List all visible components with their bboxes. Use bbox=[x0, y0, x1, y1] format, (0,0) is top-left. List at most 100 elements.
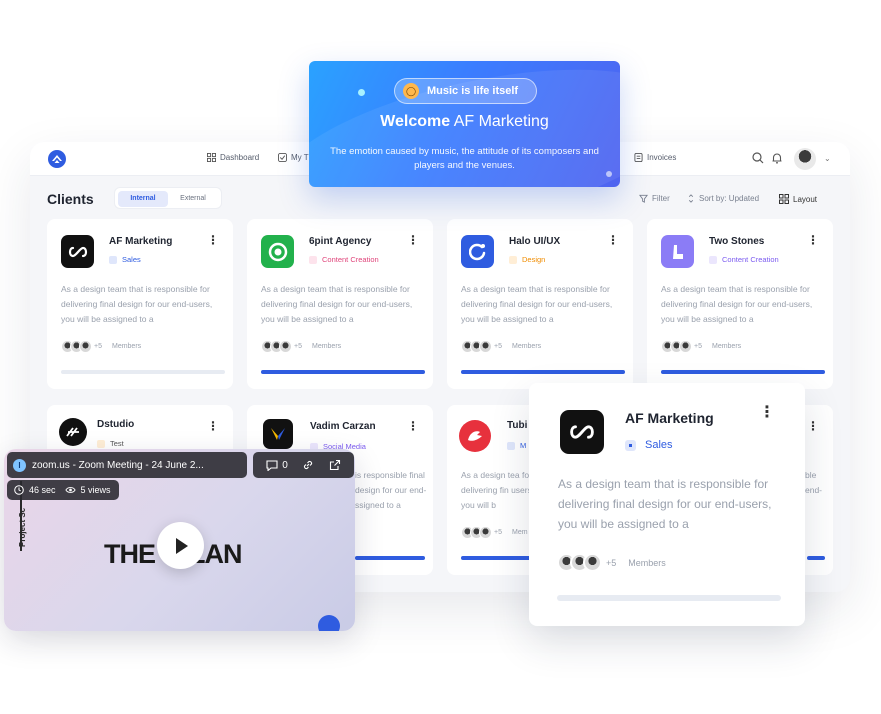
app-logo-icon[interactable] bbox=[48, 150, 66, 168]
client-name: Tubi bbox=[507, 420, 528, 431]
halo-logo-icon bbox=[461, 235, 494, 268]
more-options-icon[interactable]: ⋮ bbox=[407, 420, 419, 432]
more-options-icon[interactable]: ⋮ bbox=[807, 420, 819, 432]
tag-icon bbox=[509, 255, 517, 264]
tag-icon bbox=[709, 255, 717, 264]
video-text-left: THE bbox=[104, 539, 156, 569]
nav-dashboard-label: Dashboard bbox=[220, 153, 260, 162]
external-link-icon[interactable] bbox=[329, 459, 341, 471]
chevron-down-icon[interactable]: ⌄ bbox=[824, 154, 831, 163]
comments-count: 0 bbox=[282, 459, 288, 471]
members-extra-count: +5 bbox=[494, 343, 502, 350]
user-avatar[interactable] bbox=[794, 148, 816, 170]
client-card[interactable]: 6pint Agency Content Creation ⋮ As a des… bbox=[247, 219, 433, 389]
tag-icon bbox=[97, 439, 105, 448]
client-tag: M bbox=[507, 441, 526, 450]
nav-invoices[interactable]: Invoices bbox=[634, 153, 676, 162]
nav-dashboard[interactable]: Dashboard bbox=[207, 153, 259, 162]
infinity-logo-icon bbox=[61, 235, 94, 268]
loom-logo-icon: l bbox=[13, 458, 26, 472]
progress-fill bbox=[661, 370, 825, 374]
comments-button[interactable]: 0 bbox=[266, 460, 288, 471]
client-tag: Sales bbox=[109, 255, 141, 264]
client-name: Vadim Carzan bbox=[310, 421, 376, 432]
progress-bar bbox=[61, 370, 225, 374]
play-icon bbox=[176, 537, 188, 554]
more-options-icon[interactable]: ⋮ bbox=[207, 420, 219, 432]
video-actions-chip: 0 bbox=[253, 452, 354, 478]
client-card-expanded[interactable]: AF Marketing Sales ⋮ As a design team th… bbox=[529, 383, 805, 626]
progress-bar bbox=[661, 370, 825, 374]
video-stats-chip: 46 sec 5 views bbox=[7, 480, 119, 500]
filter-icon bbox=[639, 194, 648, 203]
comment-icon bbox=[266, 459, 278, 471]
video-views: 5 views bbox=[80, 485, 111, 495]
more-options-icon[interactable]: ⋮ bbox=[407, 234, 419, 246]
client-tag: Content Creation bbox=[709, 255, 779, 264]
avatar bbox=[679, 340, 692, 353]
segment-external[interactable]: External bbox=[168, 191, 218, 207]
members-label: Mem bbox=[511, 529, 528, 536]
client-name: AF Marketing bbox=[625, 410, 714, 426]
progress-bar bbox=[557, 595, 781, 601]
filter-button[interactable]: Filter bbox=[639, 194, 670, 203]
tag-label: M bbox=[520, 441, 527, 450]
segment-internal[interactable]: Internal bbox=[118, 191, 168, 207]
side-label: Project Sc bbox=[18, 507, 27, 547]
search-icon[interactable] bbox=[752, 152, 764, 164]
client-tag: Content Creation bbox=[309, 255, 379, 264]
progress-fill bbox=[461, 370, 625, 374]
tag-icon bbox=[625, 439, 636, 451]
layout-label: Layout bbox=[793, 194, 818, 204]
client-type-toggle: Internal External bbox=[114, 187, 222, 209]
client-tag: Test bbox=[97, 439, 124, 448]
avatar bbox=[583, 553, 602, 572]
video-duration: 46 sec bbox=[29, 485, 56, 495]
progress-fill bbox=[261, 370, 425, 374]
client-card[interactable]: Two Stones Content Creation ⋮ As a desig… bbox=[647, 219, 833, 389]
grid-icon bbox=[207, 153, 216, 162]
sort-button[interactable]: Sort by: Updated bbox=[687, 194, 759, 203]
banner-title: Welcome AF Marketing bbox=[309, 113, 620, 131]
members-group: +5 Members bbox=[557, 553, 666, 572]
sort-icon bbox=[688, 194, 694, 203]
more-options-icon[interactable]: ⋮ bbox=[759, 405, 775, 421]
members-extra-count: +5 bbox=[94, 343, 102, 350]
music-pill: ◯ Music is life itself bbox=[394, 78, 537, 104]
more-options-icon[interactable]: ⋮ bbox=[807, 234, 819, 246]
progress-fill bbox=[355, 556, 425, 560]
bell-icon[interactable] bbox=[771, 152, 783, 164]
app-logo-icon bbox=[318, 615, 340, 631]
client-card[interactable]: Halo UI/UX Design ⋮ As a design team tha… bbox=[447, 219, 633, 389]
more-options-icon[interactable]: ⋮ bbox=[607, 234, 619, 246]
progress-bar bbox=[355, 556, 425, 560]
invoice-icon bbox=[634, 153, 643, 162]
play-button[interactable] bbox=[157, 522, 204, 569]
tag-icon bbox=[109, 255, 117, 264]
client-card[interactable]: AF Marketing Sales ⋮ As a design team th… bbox=[47, 219, 233, 389]
members-label: Members bbox=[111, 343, 142, 350]
tag-icon bbox=[309, 255, 317, 264]
vadim-logo-icon bbox=[263, 419, 293, 449]
client-name: 6pint Agency bbox=[309, 236, 372, 247]
members-group: +5 Members bbox=[461, 340, 541, 353]
nav-my-tasks-label: My T bbox=[291, 153, 309, 162]
progress-fill bbox=[807, 556, 825, 560]
members-label: Members bbox=[711, 343, 742, 350]
dstudio-logo-icon bbox=[59, 418, 87, 446]
video-title-chip[interactable]: l zoom.us - Zoom Meeting - 24 June 2... bbox=[7, 452, 247, 478]
members-extra-count: +5 bbox=[494, 529, 502, 536]
link-icon[interactable] bbox=[302, 459, 314, 471]
layout-button[interactable]: Layout bbox=[779, 194, 817, 204]
client-description: is responsible final design for our end-… bbox=[355, 470, 427, 510]
decorative-dot bbox=[606, 171, 612, 177]
client-description: ble end- bbox=[805, 470, 823, 495]
more-options-icon[interactable]: ⋮ bbox=[207, 234, 219, 246]
progress-bar bbox=[261, 370, 425, 374]
nav-invoices-label: Invoices bbox=[647, 153, 677, 162]
members-group: +5 Members bbox=[61, 340, 141, 353]
sort-label: Sort by: Updated bbox=[699, 194, 760, 203]
client-name: Dstudio bbox=[97, 419, 135, 430]
banner-title-rest: AF Marketing bbox=[453, 113, 549, 130]
nav-my-tasks[interactable]: My T bbox=[278, 153, 309, 162]
